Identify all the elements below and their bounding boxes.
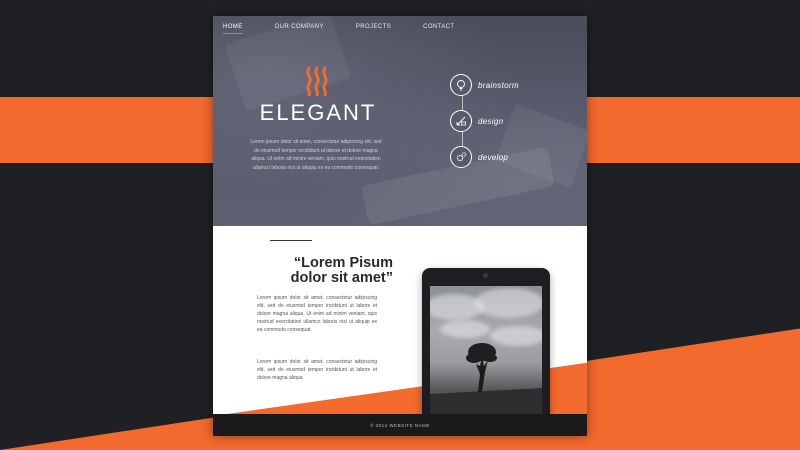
body-paragraph-1: Lorem ipsum dolor sit amet, consectetur … [257, 295, 377, 333]
process-step-design[interactable]: design [450, 110, 503, 132]
footer: © 2014 WEBSITE NAME [213, 414, 587, 436]
quote-title-line-2: dolor sit amet” [290, 270, 393, 286]
nav-item-projects[interactable]: PROJECTS [356, 22, 391, 34]
brand-title: ELEGANT [259, 100, 377, 125]
tablet-mockup [422, 268, 550, 433]
process-step-develop[interactable]: develop [450, 146, 508, 168]
tablet-camera [483, 273, 488, 278]
footer-copyright: © 2014 WEBSITE NAME [370, 422, 430, 428]
tablet-screen-photo [430, 286, 542, 414]
hero-section: HOME OUR COMPANY PROJECTS CONTACT ELEGAN… [213, 16, 587, 226]
gears-icon [450, 146, 472, 168]
process-steps: brainstorm design develop [450, 74, 580, 184]
process-label-brainstorm: brainstorm [478, 80, 519, 90]
content-section: “Lorem Pisum dolor sit amet” Lorem ipsum… [213, 226, 587, 433]
nav-item-home[interactable]: HOME [223, 22, 243, 34]
process-step-brainstorm[interactable]: brainstorm [450, 74, 519, 96]
nav-item-our-company[interactable]: OUR COMPANY [275, 22, 324, 34]
section-divider [270, 240, 312, 241]
body-paragraph-2: Lorem ipsum dolor sit amet, consectetur … [257, 359, 377, 381]
hero-description: Lorem ipsum dolor sit amet, consectetur … [250, 139, 382, 171]
quote-title-line-1: “Lorem Pisum [293, 255, 393, 271]
website-mockup: HOME OUR COMPANY PROJECTS CONTACT ELEGAN… [213, 16, 587, 436]
process-label-design: design [478, 116, 504, 126]
tree-silhouette [430, 343, 542, 414]
pencil-ruler-icon [450, 110, 472, 132]
lightbulb-icon [450, 74, 472, 96]
quote-title: “Lorem Pisum dolor sit amet” [223, 256, 393, 286]
flame-waves-icon [306, 66, 328, 96]
process-label-develop: develop [478, 152, 509, 162]
main-nav: HOME OUR COMPANY PROJECTS CONTACT [223, 22, 486, 34]
nav-item-contact[interactable]: CONTACT [423, 22, 454, 34]
